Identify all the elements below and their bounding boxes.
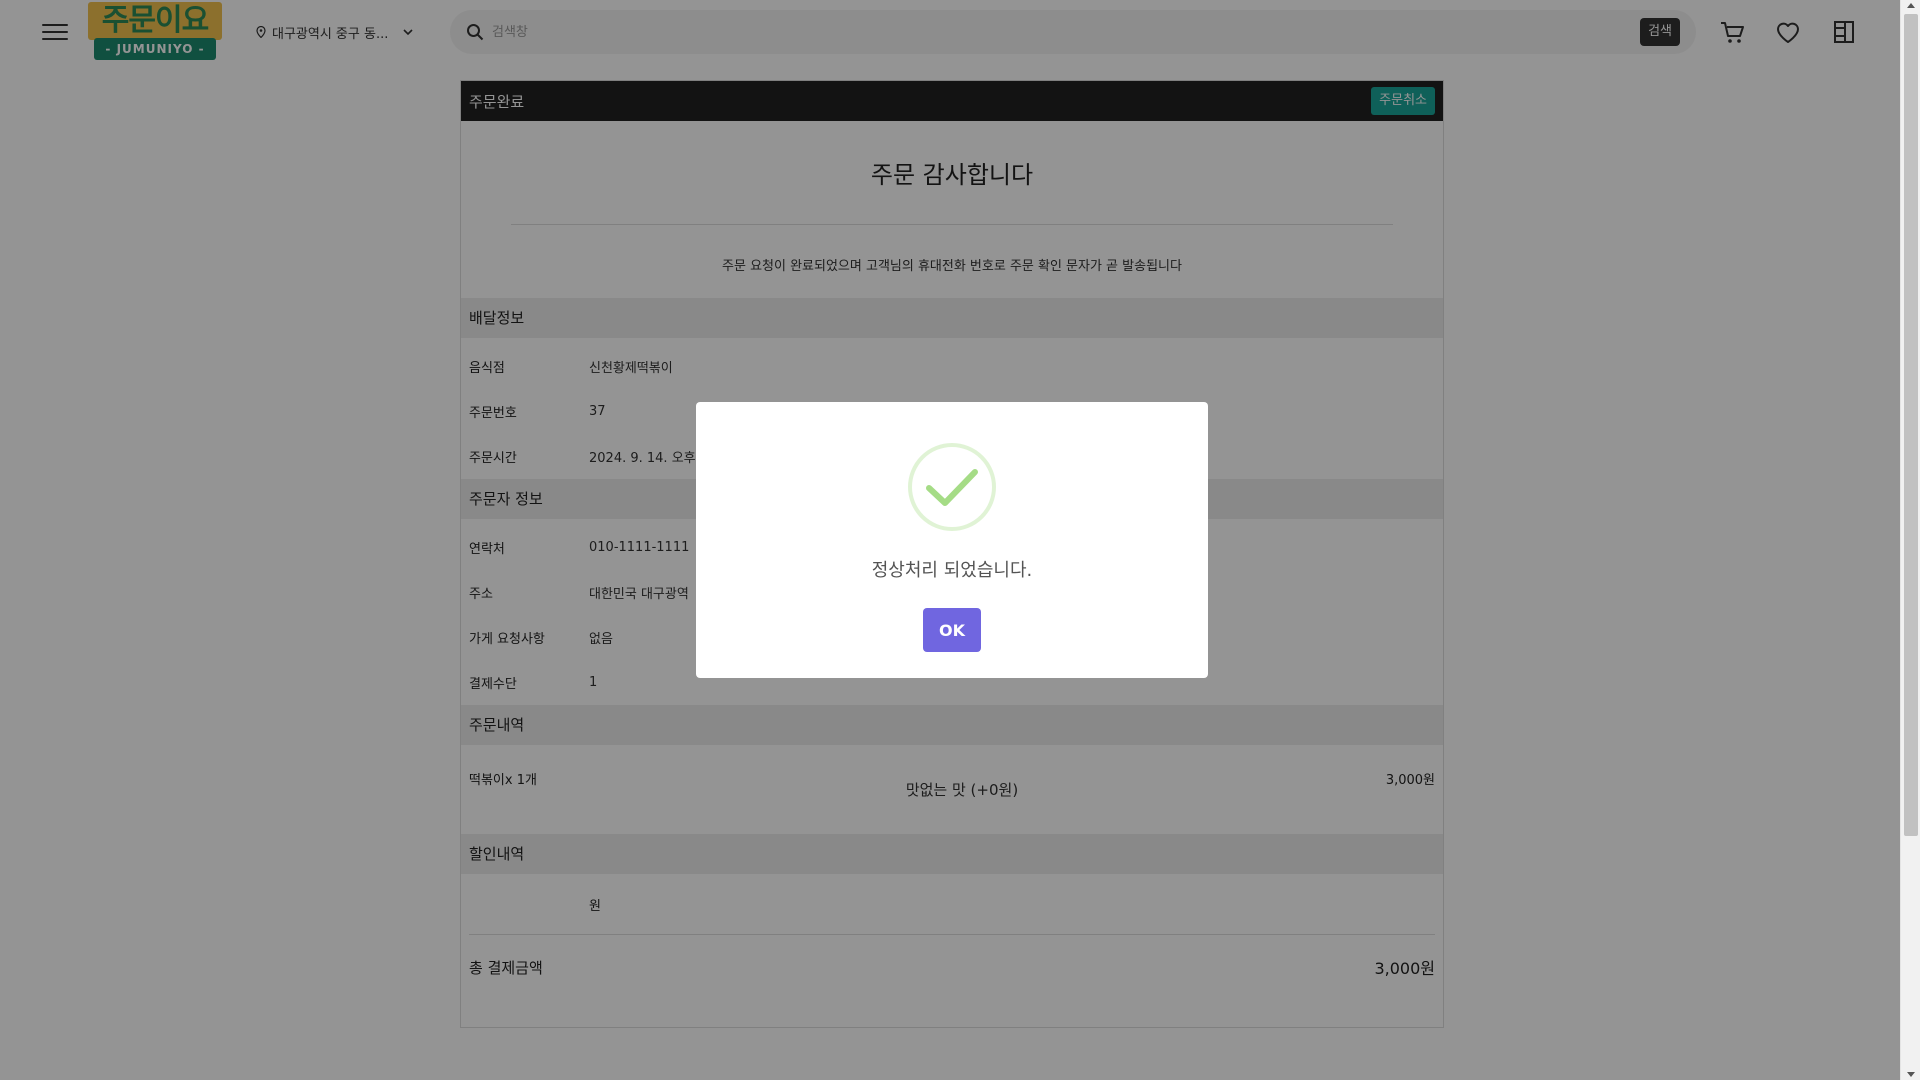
success-check-icon (908, 443, 996, 531)
scroll-up-icon[interactable] (1907, 3, 1915, 8)
ok-button[interactable]: OK (923, 608, 981, 652)
dialog-message: 정상처리 되었습니다. (871, 560, 1033, 581)
success-dialog: 정상처리 되었습니다. OK (696, 402, 1208, 678)
page-scrollbar[interactable] (1900, 0, 1920, 1080)
scroll-down-icon[interactable] (1907, 1072, 1915, 1077)
scrollbar-thumb[interactable] (1904, 14, 1918, 836)
